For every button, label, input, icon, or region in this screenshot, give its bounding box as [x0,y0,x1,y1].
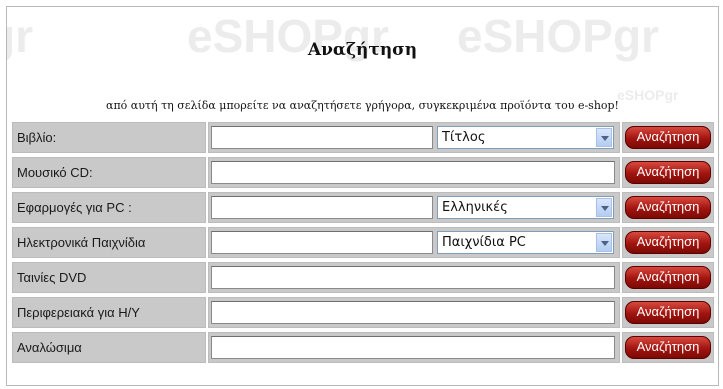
dvd-movies-search-input[interactable] [211,266,615,289]
button-cell: Αναζήτηση [622,297,714,328]
chevron-down-icon[interactable] [596,198,612,217]
pc-peripherals-search-input[interactable] [211,301,615,324]
chevron-down-icon[interactable] [596,128,612,147]
row-label: Εφαρμογές για PC : [12,192,206,223]
video-games-platform-select[interactable]: Παιχνίδια PC [437,231,614,254]
select-value: Παιχνίδια PC [442,235,526,250]
pc-apps-search-input[interactable] [211,196,433,219]
books-search-input[interactable] [211,126,433,149]
consumables-search-input[interactable] [211,336,615,359]
page-title: Αναζήτηση [307,40,418,60]
field-cell: Τίτλος [208,122,620,153]
field-cell [208,297,620,328]
dvd-movies-search-button[interactable]: Αναζήτηση [625,266,711,289]
video-games-search-button[interactable]: Αναζήτηση [625,231,711,254]
music-cd-search-button[interactable]: Αναζήτηση [625,161,711,184]
field-cell [208,157,620,188]
books-search-button[interactable]: Αναζήτηση [625,126,711,149]
music-cd-search-input[interactable] [211,161,615,184]
field-cell [208,332,620,363]
select-value: Ελληνικές [442,200,508,215]
page-header: Αναζήτηση από αυτή τη σελίδα μπορείτε να… [7,7,718,120]
button-cell: Αναζήτηση [622,122,714,153]
pc-apps-language-select[interactable]: Ελληνικές [437,196,614,219]
field-cell: Παιχνίδια PC [208,227,620,258]
field-cell: Ελληνικές [208,192,620,223]
pc-apps-search-button[interactable]: Αναζήτηση [625,196,711,219]
search-rows: Βιβλίο: Τίτλος Αναζήτηση Μουσικό CD: Ανα… [12,122,714,367]
search-row-pc-apps: Εφαρμογές για PC : Ελληνικές Αναζήτηση [12,192,714,223]
search-row-dvd-movies: Ταινίες DVD Αναζήτηση [12,262,714,293]
search-row-video-games: Ηλεκτρονικά Παιχνίδια Παιχνίδια PC Αναζή… [12,227,714,258]
row-label: Περιφερειακά για Η/Υ [12,297,206,328]
chevron-down-icon[interactable] [596,233,612,252]
select-value: Τίτλος [442,130,486,145]
row-label: Βιβλίο: [12,122,206,153]
consumables-search-button[interactable]: Αναζήτηση [625,336,711,359]
search-panel: gr eSHOPgr eSHOPgr eSHOPgr Αναζήτηση από… [6,6,719,386]
search-row-pc-peripherals: Περιφερειακά για Η/Υ Αναζήτηση [12,297,714,328]
video-games-search-input[interactable] [211,231,433,254]
button-cell: Αναζήτηση [622,192,714,223]
search-row-music-cd: Μουσικό CD: Αναζήτηση [12,157,714,188]
row-label: Ταινίες DVD [12,262,206,293]
button-cell: Αναζήτηση [622,262,714,293]
page-subtitle: από αυτή τη σελίδα μπορείτε να αναζητήσε… [106,99,619,112]
pc-peripherals-search-button[interactable]: Αναζήτηση [625,301,711,324]
button-cell: Αναζήτηση [622,332,714,363]
search-row-books: Βιβλίο: Τίτλος Αναζήτηση [12,122,714,153]
row-label: Ηλεκτρονικά Παιχνίδια [12,227,206,258]
row-label: Αναλώσιμα [12,332,206,363]
row-label: Μουσικό CD: [12,157,206,188]
button-cell: Αναζήτηση [622,227,714,258]
books-category-select[interactable]: Τίτλος [437,126,614,149]
field-cell [208,262,620,293]
search-row-consumables: Αναλώσιμα Αναζήτηση [12,332,714,363]
button-cell: Αναζήτηση [622,157,714,188]
